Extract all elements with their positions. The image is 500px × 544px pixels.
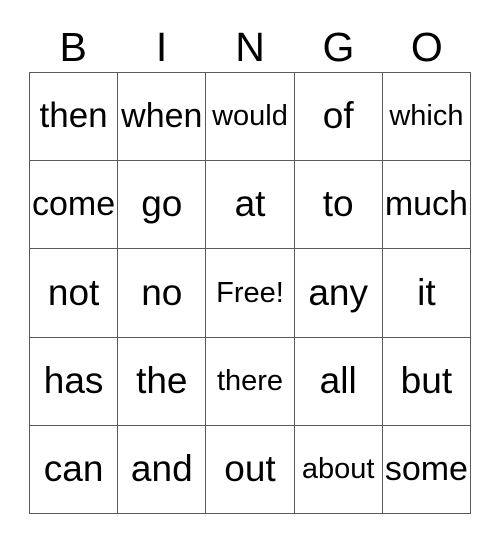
bingo-cell-label: not	[47, 271, 100, 313]
bingo-cell-label: go	[141, 183, 183, 225]
bingo-cell-r1c4[interactable]: of	[294, 73, 383, 162]
bingo-cell-r4c3[interactable]: there	[206, 337, 295, 426]
bingo-cell-label: the	[136, 359, 188, 401]
bingo-cell-r4c1[interactable]: has	[30, 337, 119, 426]
bingo-cell-r3c5[interactable]: it	[382, 249, 471, 338]
bingo-cell-r5c5[interactable]: some	[382, 425, 471, 514]
bingo-cell-label: which	[389, 100, 464, 133]
bingo-cell-label: then	[39, 96, 108, 136]
bingo-card: B I N G O then when would of which come …	[0, 0, 500, 544]
bingo-cell-label: and	[130, 447, 193, 489]
bingo-cell-label: no	[141, 271, 183, 313]
bingo-cell-r4c4[interactable]: all	[294, 337, 383, 426]
bingo-cell-r2c5[interactable]: much	[382, 161, 471, 250]
bingo-cell-r2c2[interactable]: go	[118, 161, 207, 250]
bingo-cell-label: any	[308, 271, 369, 313]
bingo-cell-r5c4[interactable]: about	[294, 425, 383, 514]
bingo-cell-r3c1[interactable]: not	[30, 249, 119, 338]
bingo-cell-label: there	[216, 364, 284, 397]
bingo-cell-label: all	[319, 359, 357, 401]
bingo-cell-label: at	[234, 183, 266, 225]
bingo-header-letter-g: G	[322, 23, 355, 70]
bingo-cell-label: would	[212, 100, 288, 133]
bingo-cell-r2c3[interactable]: at	[206, 161, 295, 250]
bingo-cell-r3c4[interactable]: any	[294, 249, 383, 338]
bingo-cell-label: of	[322, 95, 354, 137]
bingo-cell-r4c5[interactable]: but	[382, 337, 471, 426]
bingo-free-space-label: Free!	[216, 276, 284, 309]
bingo-cell-label: it	[417, 271, 436, 313]
bingo-cell-label: to	[322, 183, 354, 225]
bingo-header-row: B I N G O	[29, 22, 471, 72]
bingo-cell-label: but	[400, 359, 453, 401]
bingo-cell-r5c1[interactable]: can	[30, 425, 119, 514]
bingo-cell-r2c1[interactable]: come	[30, 161, 119, 250]
bingo-grid: then when would of which come go at to m…	[29, 72, 471, 514]
bingo-cell-r5c2[interactable]: and	[118, 425, 207, 514]
bingo-header-letter-b: B	[59, 23, 87, 70]
bingo-cell-label: out	[224, 447, 276, 489]
bingo-header-letter-o: O	[410, 23, 443, 70]
bingo-cell-r1c1[interactable]: then	[30, 73, 119, 162]
bingo-cell-r5c3[interactable]: out	[206, 425, 295, 514]
bingo-cell-label: about	[301, 453, 375, 486]
bingo-cell-r4c2[interactable]: the	[118, 337, 207, 426]
bingo-cell-r1c3[interactable]: would	[206, 73, 295, 162]
bingo-cell-r1c5[interactable]: which	[382, 73, 471, 162]
bingo-cell-label: come	[32, 184, 116, 223]
bingo-cell-r1c2[interactable]: when	[118, 73, 207, 162]
bingo-cell-label: when	[121, 96, 203, 135]
bingo-header-letter-n: N	[235, 23, 265, 70]
bingo-cell-r3c2[interactable]: no	[118, 249, 207, 338]
bingo-cell-label: much	[384, 184, 468, 223]
bingo-cell-free-space[interactable]: Free!	[206, 249, 295, 338]
bingo-header-letter-i: I	[155, 23, 168, 70]
bingo-cell-label: can	[43, 447, 104, 489]
bingo-cell-label: some	[384, 449, 468, 488]
bingo-cell-label: has	[43, 359, 104, 401]
bingo-cell-r2c4[interactable]: to	[294, 161, 383, 250]
